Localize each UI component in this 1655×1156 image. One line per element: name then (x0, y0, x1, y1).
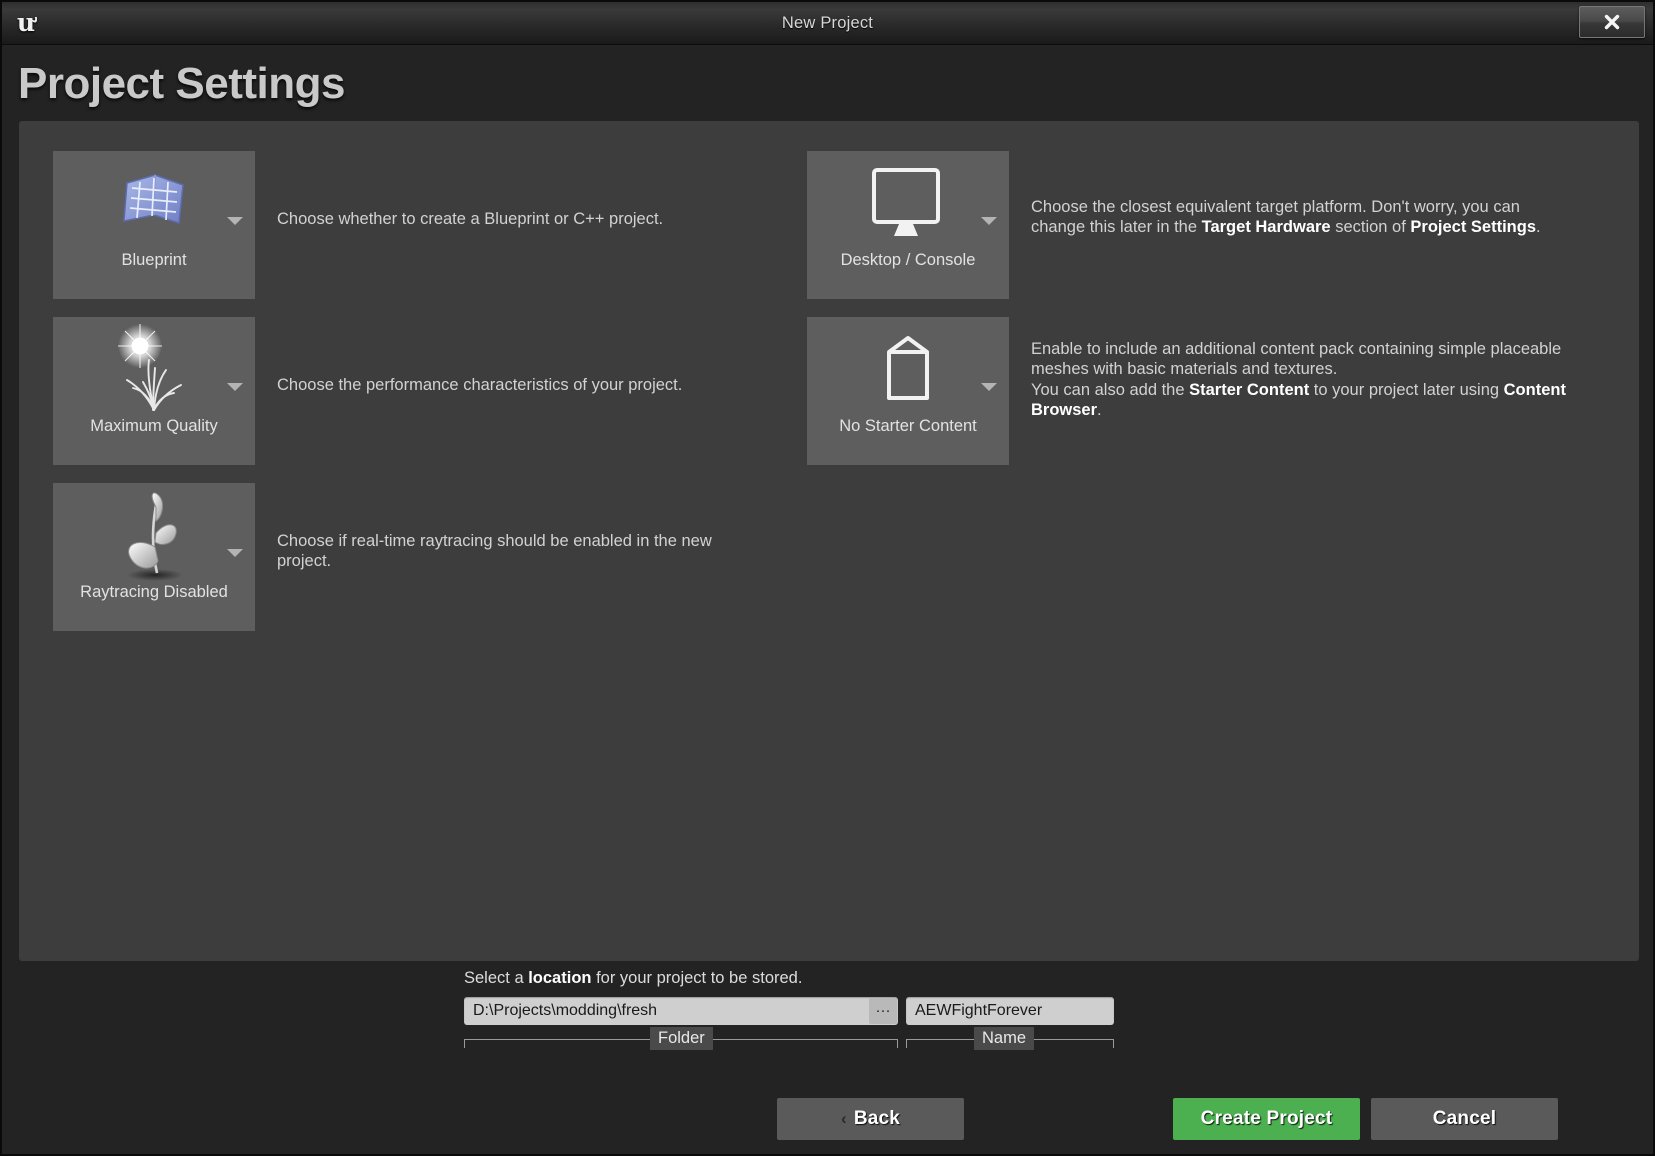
option-description-target-platform: Choose the closest equivalent target pla… (1031, 198, 1541, 237)
option-card-label: Blueprint (121, 251, 187, 269)
folder-input-value: D:\Projects\modding\fresh (473, 1002, 658, 1019)
option-description-starter-content: Enable to include an additional content … (1031, 340, 1566, 420)
project-name-input[interactable]: AEWFightForever (906, 997, 1114, 1025)
quality-foliage-icon (53, 317, 255, 421)
option-card-label: Maximum Quality (90, 417, 218, 435)
raytracing-plant-icon (53, 483, 255, 587)
chevron-down-icon[interactable] (227, 549, 243, 557)
options-column-right: Desktop / Console Choose the closest equ… (807, 151, 1627, 483)
option-row-raytracing: Raytracing Disabled Choose if real-time … (53, 483, 793, 631)
option-card-label: Desktop / Console (840, 251, 976, 269)
chevron-down-icon[interactable] (981, 217, 997, 225)
option-row-starter-content: No Starter Content Enable to include an … (807, 317, 1627, 465)
name-caption: Name (974, 1027, 1035, 1050)
unreal-engine-logo-icon: ư (16, 7, 36, 37)
new-project-window: ư New Project Project Settings Blueprint… (0, 0, 1655, 1156)
page-title: Project Settings (18, 59, 345, 108)
option-description-quality: Choose the performance characteristics o… (277, 376, 683, 394)
chevron-down-icon[interactable] (227, 217, 243, 225)
folder-caption: Folder (650, 1027, 713, 1050)
create-project-button[interactable]: Create Project (1173, 1098, 1360, 1140)
browse-folder-button[interactable]: ··· (869, 998, 897, 1024)
location-fields: D:\Projects\modding\fresh ··· AEWFightFo… (464, 997, 1114, 1025)
option-card-quality[interactable]: Maximum Quality (53, 317, 255, 465)
close-button[interactable] (1579, 6, 1645, 38)
option-description-raytracing: Choose if real-time raytracing should be… (277, 532, 712, 571)
chevron-down-icon[interactable] (981, 383, 997, 391)
close-icon (1604, 14, 1620, 30)
location-label: Select a location for your project to be… (464, 969, 803, 987)
option-card-blueprint[interactable]: Blueprint (53, 151, 255, 299)
option-row-target-platform: Desktop / Console Choose the closest equ… (807, 151, 1627, 299)
option-row-blueprint: Blueprint Choose whether to create a Blu… (53, 151, 793, 299)
option-card-starter-content[interactable]: No Starter Content (807, 317, 1009, 465)
window-title: New Project (781, 13, 874, 32)
name-caption-bracket: Name (906, 1027, 1114, 1053)
option-card-label: No Starter Content (839, 417, 977, 435)
chevron-down-icon[interactable] (227, 383, 243, 391)
option-card-target-platform[interactable]: Desktop / Console (807, 151, 1009, 299)
chevron-left-icon: ‹ (840, 1109, 847, 1128)
back-button-label: Back (853, 1108, 901, 1129)
blueprint-icon (53, 151, 255, 255)
option-card-raytracing[interactable]: Raytracing Disabled (53, 483, 255, 631)
cancel-button[interactable]: Cancel (1371, 1098, 1558, 1140)
bottom-section: Select a location for your project to be… (2, 961, 1653, 1154)
options-column-left: Blueprint Choose whether to create a Blu… (53, 151, 793, 649)
cancel-button-label: Cancel (1432, 1108, 1497, 1129)
folder-caption-bracket: Folder (464, 1027, 898, 1053)
option-card-label: Raytracing Disabled (80, 583, 228, 601)
window-titlebar: ư New Project (2, 2, 1653, 45)
option-description-blueprint: Choose whether to create a Blueprint or … (277, 210, 664, 228)
option-row-quality: Maximum Quality Choose the performance c… (53, 317, 793, 465)
dialog-footer: ‹ Back Create Project Cancel (2, 1098, 1653, 1140)
starter-content-box-icon (807, 317, 1009, 421)
project-name-input-value: AEWFightForever (915, 1002, 1043, 1019)
monitor-icon (807, 151, 1009, 255)
folder-input[interactable]: D:\Projects\modding\fresh ··· (464, 997, 898, 1025)
project-settings-panel: Blueprint Choose whether to create a Blu… (19, 121, 1639, 961)
back-button[interactable]: ‹ Back (777, 1098, 964, 1140)
create-project-button-label: Create Project (1200, 1108, 1333, 1129)
